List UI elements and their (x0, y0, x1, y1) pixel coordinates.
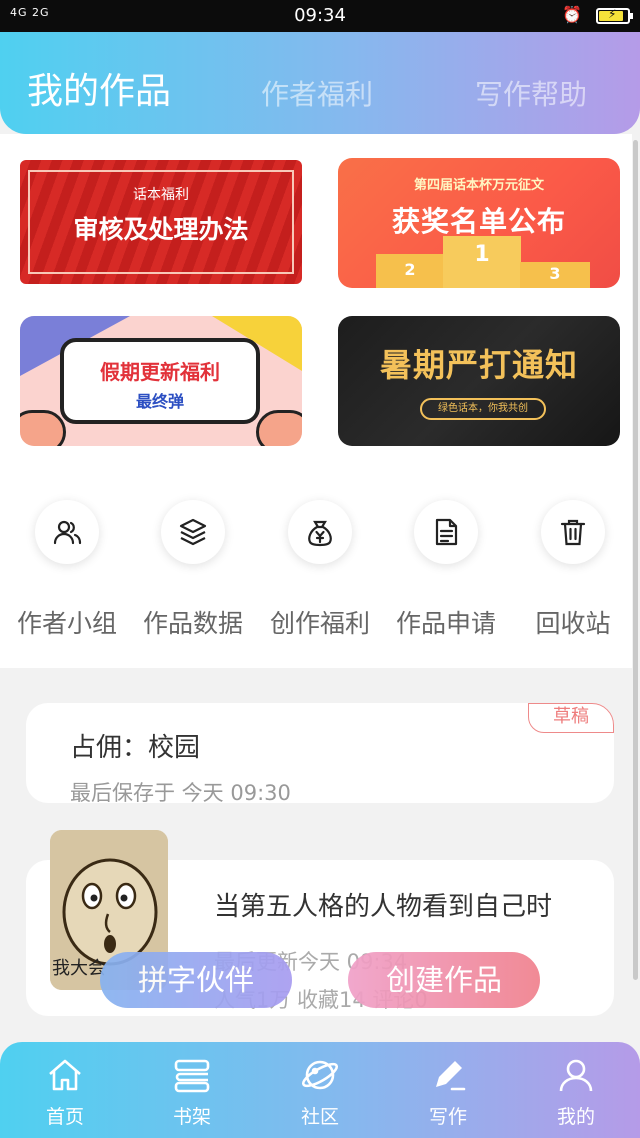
scrollbar[interactable] (633, 140, 638, 980)
tab-home[interactable]: 首页 (20, 1054, 110, 1129)
shortcut-author-group[interactable]: 作者小组 (7, 500, 127, 640)
podium-third: 3 (520, 262, 590, 288)
draft-badge: 草稿 (528, 703, 614, 733)
podium-second: 2 (376, 254, 444, 288)
document-icon (414, 500, 478, 564)
status-bar: 4G 2G 09:34 ⏰ ⚡ (0, 0, 640, 32)
user-icon (531, 1054, 621, 1096)
podium-first: 1 (443, 236, 521, 288)
banner-title: 审核及处理办法 (73, 215, 249, 244)
create-work-button[interactable]: 创建作品 (348, 952, 540, 1008)
battery-icon: ⚡ (596, 7, 633, 24)
shortcut-label: 作品申请 (395, 609, 496, 638)
tab-label: 写作 (428, 1106, 467, 1128)
planet-icon (275, 1054, 365, 1096)
layers-icon (161, 500, 225, 564)
banner-title: 假期更新福利 (100, 360, 220, 384)
tab-label: 社区 (300, 1106, 339, 1128)
money-bag-icon (288, 500, 352, 564)
tab-community[interactable]: 社区 (275, 1054, 365, 1129)
banner-subtitle: 最终弹 (135, 392, 184, 411)
draft-saved-time: 最后保存于 今天 09:30 (70, 781, 291, 805)
top-tab-bar: 我的作品 作者福利 写作帮助 (0, 32, 640, 134)
banner-award-list[interactable]: 第四届话本杯万元征文 获奖名单公布 2 1 3 (338, 158, 620, 288)
banner-title: 获奖名单公布 (391, 205, 566, 238)
banner-subtitle: 第四届话本杯万元征文 (413, 178, 544, 193)
shortcut-label: 回收站 (535, 609, 611, 638)
alarm-icon: ⏰ (562, 5, 582, 24)
banner-subtitle: 话本福利 (133, 187, 189, 203)
tab-write[interactable]: 写作 (403, 1054, 493, 1129)
bookshelf-icon (147, 1054, 237, 1096)
tab-label: 首页 (45, 1106, 84, 1128)
home-icon (20, 1054, 110, 1096)
shortcut-recycle-bin[interactable]: 回收站 (513, 500, 633, 640)
tab-writing-help[interactable]: 写作帮助 (475, 73, 587, 113)
banner-summer-crackdown[interactable]: 暑期严打通知 绿色话本，你我共创 (338, 316, 620, 446)
banner-review-rules[interactable]: 话本福利 审核及处理办法 (20, 160, 302, 284)
clock: 09:34 (294, 5, 346, 26)
users-icon (35, 500, 99, 564)
work-title: 当第五人格的人物看到自己时 (214, 892, 553, 922)
tab-label: 书架 (172, 1106, 211, 1128)
tab-me[interactable]: 我的 (531, 1054, 621, 1129)
phone-illustration: 假期更新福利 最终弹 (60, 338, 260, 424)
shortcut-work-application[interactable]: 作品申请 (386, 500, 506, 640)
draft-title: 占佣：校园 (70, 733, 201, 763)
shortcut-creation-welfare[interactable]: 创作福利 (260, 500, 380, 640)
tab-my-works[interactable]: 我的作品 (27, 62, 171, 114)
shortcut-label: 作品数据 (142, 609, 243, 638)
shortcut-label: 作者小组 (16, 609, 117, 638)
shortcut-label: 创作福利 (269, 609, 370, 638)
cover-caption: 我大会 (52, 958, 106, 979)
partner-button[interactable]: 拼字伙伴 (100, 952, 292, 1008)
tab-author-welfare[interactable]: 作者福利 (261, 73, 373, 113)
shortcut-work-data[interactable]: 作品数据 (133, 500, 253, 640)
draft-card[interactable]: 草稿 占佣：校园 最后保存于 今天 09:30 (26, 703, 614, 805)
pen-icon (403, 1054, 493, 1096)
tab-label: 我的 (556, 1106, 595, 1128)
banner-holiday-welfare[interactable]: 假期更新福利 最终弹 (20, 316, 302, 446)
bottom-tab-bar: 首页 书架 社区 写作 我的 (0, 1042, 640, 1138)
banner-title: 暑期严打通知 (379, 346, 578, 384)
banner-slogan: 绿色话本，你我共创 (420, 398, 546, 420)
trash-icon (541, 500, 605, 564)
tab-bookshelf[interactable]: 书架 (147, 1054, 237, 1129)
